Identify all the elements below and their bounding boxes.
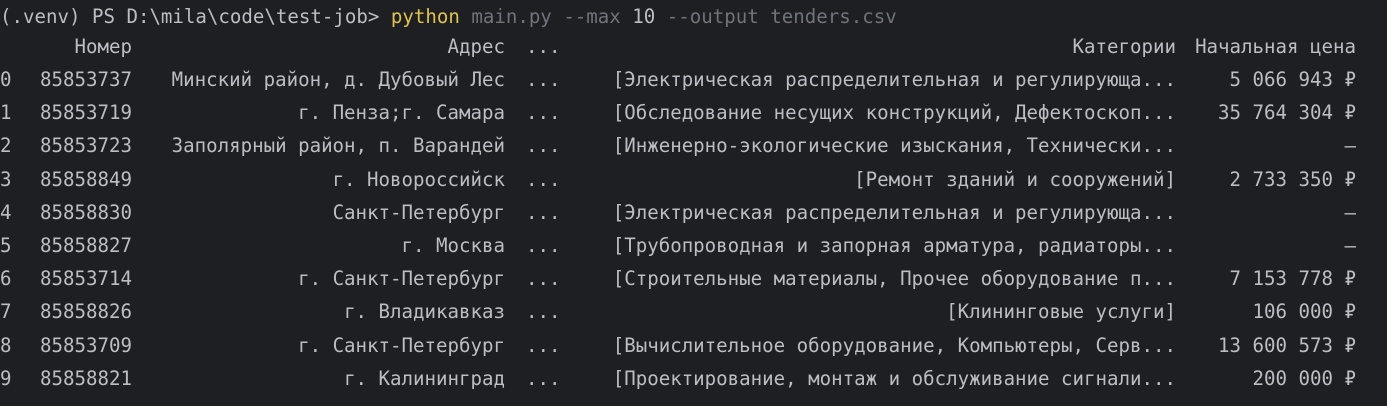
row-number: 85853723: [40, 134, 132, 158]
row-address: г. Новороссийск: [332, 167, 505, 191]
row-ellipsis: ...: [526, 200, 561, 224]
row-index: 2: [0, 134, 12, 158]
row-number: 85853737: [40, 68, 132, 91]
prompt-prefix: (.venv) PS D:\mila\code\test-job>: [0, 5, 391, 28]
row-price: 35 764 304 ₽: [1218, 101, 1356, 125]
row-price: 2 733 350 ₽: [1229, 167, 1356, 191]
row-number: 85858821: [40, 366, 132, 390]
table-row: 7 85858826 г. Владикавказ... [Клининговые у…: [0, 295, 1387, 328]
row-ellipsis: ...: [526, 167, 561, 191]
row-ellipsis: ...: [526, 300, 561, 324]
row-categories: [Вычислительное оборудование, Компьютеры…: [612, 333, 1176, 357]
row-ellipsis: ...: [526, 333, 561, 357]
max-value: 10: [620, 5, 667, 28]
flag-max: --max: [563, 5, 621, 28]
row-categories: [Клининговые услуги]: [946, 300, 1176, 324]
row-price: —: [1344, 134, 1357, 158]
table-header: Номер Адрес ... Категории Начальная цена: [0, 30, 1387, 63]
row-ellipsis: ...: [526, 68, 561, 91]
row-number: 85853719: [40, 101, 132, 125]
table-row: 6 85853714 г. Санкт-Петербург... [Строитель…: [0, 262, 1387, 295]
row-index: 8: [0, 333, 12, 357]
row-categories: [Ремонт зданий и сооружений]: [854, 167, 1176, 191]
row-categories: [Инженерно-экологические изыскания, Техн…: [612, 134, 1176, 158]
header-number: Номер: [74, 35, 132, 58]
row-price: 13 600 573 ₽: [1218, 333, 1356, 357]
row-categories: [Трубопроводная и запорная арматура, рад…: [612, 234, 1176, 257]
row-ellipsis: ...: [526, 267, 561, 291]
table-row: 9 85858821 г. Калининград... [Проектировани…: [0, 362, 1387, 395]
row-categories: [Электрическая распределительная и регул…: [612, 68, 1176, 91]
row-address: Заполярный район, п. Варандей: [171, 134, 505, 158]
row-number: 85858826: [40, 300, 132, 324]
table-row: 2 85853723 Заполярный район, п. Варандей..…: [0, 129, 1387, 162]
flag-output: --output: [666, 5, 759, 28]
row-price: 106 000 ₽: [1252, 300, 1356, 324]
row-address: г. Санкт-Петербург: [298, 267, 505, 291]
row-number: 85858830: [40, 200, 132, 224]
row-number: 85853714: [40, 267, 132, 291]
table-row: 4 85858830 Санкт-Петербург... [Электрическа…: [0, 196, 1387, 229]
row-index: 0: [0, 68, 12, 91]
row-address: г. Калининград: [344, 366, 505, 390]
row-price: 7 153 778 ₽: [1229, 267, 1356, 291]
row-address: Санкт-Петербург: [332, 200, 505, 224]
table-row: 1 85853719 г. Пенза;г. Самара... [Обследова…: [0, 96, 1387, 129]
row-price: 200 000 ₽: [1252, 366, 1356, 390]
row-categories: [Обследование несущих конструкций, Дефек…: [612, 101, 1176, 125]
row-price: 5 066 943 ₽: [1229, 68, 1356, 91]
table-row: 5 85858827 г. Москва... [Трубопроводная и з…: [0, 229, 1387, 262]
row-index: 5: [0, 234, 12, 257]
row-ellipsis: ...: [526, 134, 561, 158]
row-index: 6: [0, 267, 12, 291]
row-categories: [Проектирование, монтаж и обслуживание с…: [612, 366, 1176, 390]
row-index: 4: [0, 200, 12, 224]
row-index: 3: [0, 167, 12, 191]
row-index: 1: [0, 101, 12, 125]
row-address: Минский район, д. Дубовый Лес: [171, 68, 505, 91]
row-address: г. Владикавказ: [344, 300, 505, 324]
row-ellipsis: ...: [526, 101, 561, 125]
command-python: python: [390, 5, 460, 28]
row-number: 85858827: [40, 234, 132, 257]
command-line: (.venv) PS D:\mila\code\test-job> python…: [0, 0, 897, 33]
header-ellipsis: ...: [526, 35, 561, 58]
row-address: г. Москва: [401, 234, 505, 257]
row-categories: [Электрическая распределительная и регул…: [612, 200, 1176, 224]
row-index: 9: [0, 366, 12, 390]
header-price: Начальная цена: [1195, 35, 1356, 58]
table-row: 0 85853737 Минский район, д. Дубовый Лес..…: [0, 63, 1387, 96]
output-value: tenders.csv: [758, 5, 897, 28]
row-number: 85853709: [40, 333, 132, 357]
row-ellipsis: ...: [526, 366, 561, 390]
row-index: 7: [0, 300, 12, 324]
row-ellipsis: ...: [526, 234, 561, 257]
terminal-window[interactable]: (.venv) PS D:\mila\code\test-job> python…: [0, 0, 1387, 406]
header-categories: Категории: [1072, 35, 1176, 58]
row-address: г. Санкт-Петербург: [298, 333, 505, 357]
row-price: —: [1344, 200, 1357, 224]
row-number: 85858849: [40, 167, 132, 191]
row-address: г. Пенза;г. Самара: [298, 101, 505, 125]
table-row: 3 85858849 г. Новороссийск... [Ремонт здани…: [0, 163, 1387, 196]
row-price: —: [1344, 234, 1357, 257]
header-address: Адрес: [447, 35, 505, 58]
command-script: main.py: [459, 5, 564, 28]
table-row: 8 85853709 г. Санкт-Петербург... [Вычислите…: [0, 329, 1387, 362]
row-categories: [Строительные материалы, Прочее оборудов…: [612, 267, 1176, 291]
